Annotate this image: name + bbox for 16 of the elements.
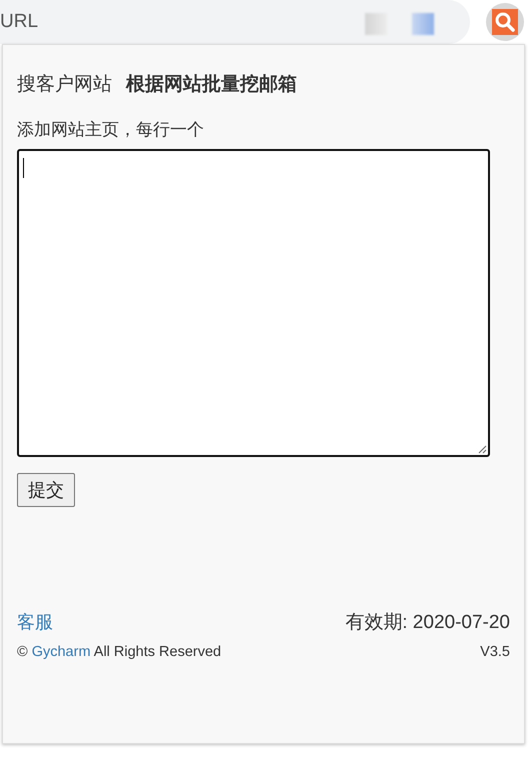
extension-button[interactable]	[486, 3, 524, 41]
submit-button[interactable]: 提交	[17, 473, 75, 507]
text-cursor	[23, 158, 24, 178]
copyright-symbol: ©	[17, 644, 28, 660]
resize-handle-icon[interactable]	[477, 444, 487, 454]
popup-subtitle: 根据网站批量挖邮箱	[126, 72, 297, 97]
input-field[interactable]	[17, 149, 490, 457]
rights-text: All Rights Reserved	[94, 644, 222, 660]
version-text: V3.5	[480, 644, 510, 660]
popup-title: 搜客户网站	[17, 72, 112, 97]
support-link[interactable]: 客服	[17, 610, 53, 634]
company-link[interactable]: Gycharm	[32, 644, 91, 660]
search-icon	[492, 9, 518, 35]
field-label: 添加网站主页，每行一个	[17, 119, 205, 141]
expiry-date: 有效期: 2020-07-20	[345, 611, 510, 635]
address-text: URL	[0, 11, 38, 33]
